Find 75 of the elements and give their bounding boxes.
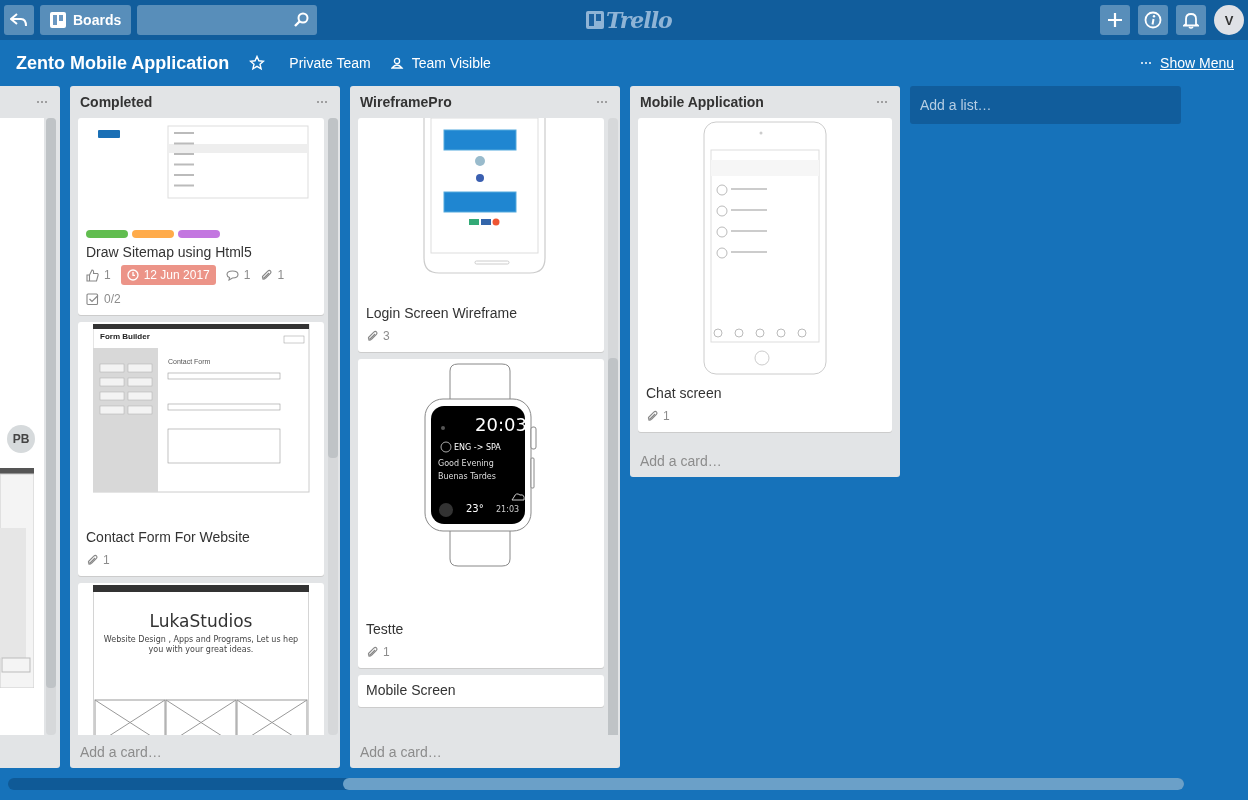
badge-count: 1	[277, 268, 285, 282]
list-title[interactable]: WireframePro	[360, 94, 452, 110]
card[interactable]: Mobile Screen	[358, 675, 604, 707]
card[interactable]: PB	[0, 118, 44, 735]
list-menu-icon[interactable]	[876, 100, 888, 104]
paperclip-icon	[646, 410, 658, 422]
checklist-icon	[86, 292, 99, 306]
card[interactable]: Login Screen Wireframe 3	[358, 118, 604, 352]
paperclip-icon	[260, 269, 273, 281]
watch-language: ENG -> SPA	[454, 443, 501, 452]
logo-icon	[586, 11, 604, 29]
card[interactable]: Draw Sitemap using Html5 1 12 Jun 2017 1 1 0/2	[78, 118, 324, 315]
bell-icon	[1183, 11, 1199, 29]
due-date-badge: 12 Jun 2017	[120, 265, 216, 285]
visibility-button[interactable]: Team Visible	[390, 55, 491, 71]
people-icon	[390, 57, 404, 69]
card[interactable]: Chat screen 1	[638, 118, 892, 432]
plus-icon	[1107, 12, 1123, 28]
list-menu-icon[interactable]	[36, 100, 48, 104]
watch-small-time: 21:03	[496, 505, 520, 514]
paperclip-icon	[86, 554, 98, 566]
badge-count: 3	[383, 329, 390, 343]
badge-count: 1	[663, 409, 670, 423]
website-tagline: Website Design , Apps and Programs, Let us hep you with your great ideas.	[103, 635, 299, 655]
add-list-button[interactable]: Add a list…	[910, 86, 1181, 124]
watch-greeting: Buenas Tardes	[438, 472, 496, 481]
user-avatar[interactable]: V	[1214, 5, 1244, 35]
search-field[interactable]	[137, 5, 318, 35]
boards-button[interactable]: Boards	[40, 5, 132, 35]
member-avatar: PB	[7, 425, 35, 453]
board-title[interactable]: Zento Mobile Application	[16, 52, 230, 74]
card-title: Mobile Screen	[366, 681, 457, 699]
scrollbar[interactable]	[46, 118, 56, 735]
paperclip-icon	[366, 646, 378, 658]
show-menu-link[interactable]: Show Menu	[1160, 55, 1234, 71]
card-title: Contact Form For Website	[86, 528, 251, 546]
logo-text: Trello	[606, 9, 672, 31]
notifications-button[interactable]	[1176, 5, 1206, 35]
team-button[interactable]: Private Team	[289, 55, 371, 71]
badge-count: 1	[104, 268, 111, 282]
card-title: Draw Sitemap using Html5	[86, 243, 253, 261]
add-button[interactable]	[1100, 5, 1130, 35]
list-menu-icon[interactable]	[316, 100, 328, 104]
info-icon	[1144, 11, 1162, 29]
badge-count: 1	[383, 645, 390, 659]
search-icon	[293, 12, 310, 28]
badge-count: 0/2	[104, 292, 121, 306]
card[interactable]: LukaStudios Website Design , Apps and Programs, Let us hep you with your great ideas.	[78, 583, 324, 735]
badge-count: 1	[243, 268, 251, 282]
back-arrow-icon	[10, 13, 28, 27]
badge-count: 1	[103, 553, 110, 567]
card-title: Testte	[366, 620, 405, 638]
clock-icon	[126, 269, 139, 281]
horizontal-scrollbar[interactable]	[8, 778, 1184, 790]
info-button[interactable]	[1138, 5, 1168, 35]
paperclip-icon	[366, 330, 378, 342]
list-title[interactable]: Mobile Application	[640, 94, 764, 110]
scrollbar[interactable]	[328, 118, 338, 735]
card-title: Chat screen	[646, 384, 723, 402]
thumbs-up-icon	[86, 268, 99, 282]
watch-time: 20:03	[475, 414, 527, 435]
boards-icon	[50, 12, 66, 28]
scrollbar[interactable]	[608, 118, 618, 735]
website-brand: LukaStudios	[148, 611, 254, 631]
card[interactable]: 20:03 ENG -> SPA Good Evening Buenas Tardes 23° 21:03 Testte 1	[358, 359, 604, 668]
form-heading: Form Builder	[100, 332, 150, 341]
star-icon[interactable]	[249, 55, 266, 71]
ellipsis-icon	[1140, 61, 1153, 65]
comment-icon	[225, 269, 239, 281]
card-title: Login Screen Wireframe	[366, 304, 518, 322]
back-button[interactable]	[4, 5, 34, 35]
list-title[interactable]: Completed	[80, 94, 153, 110]
watch-temperature: 23°	[466, 503, 484, 514]
watch-greeting: Good Evening	[438, 459, 494, 468]
list-menu-icon[interactable]	[596, 100, 608, 104]
